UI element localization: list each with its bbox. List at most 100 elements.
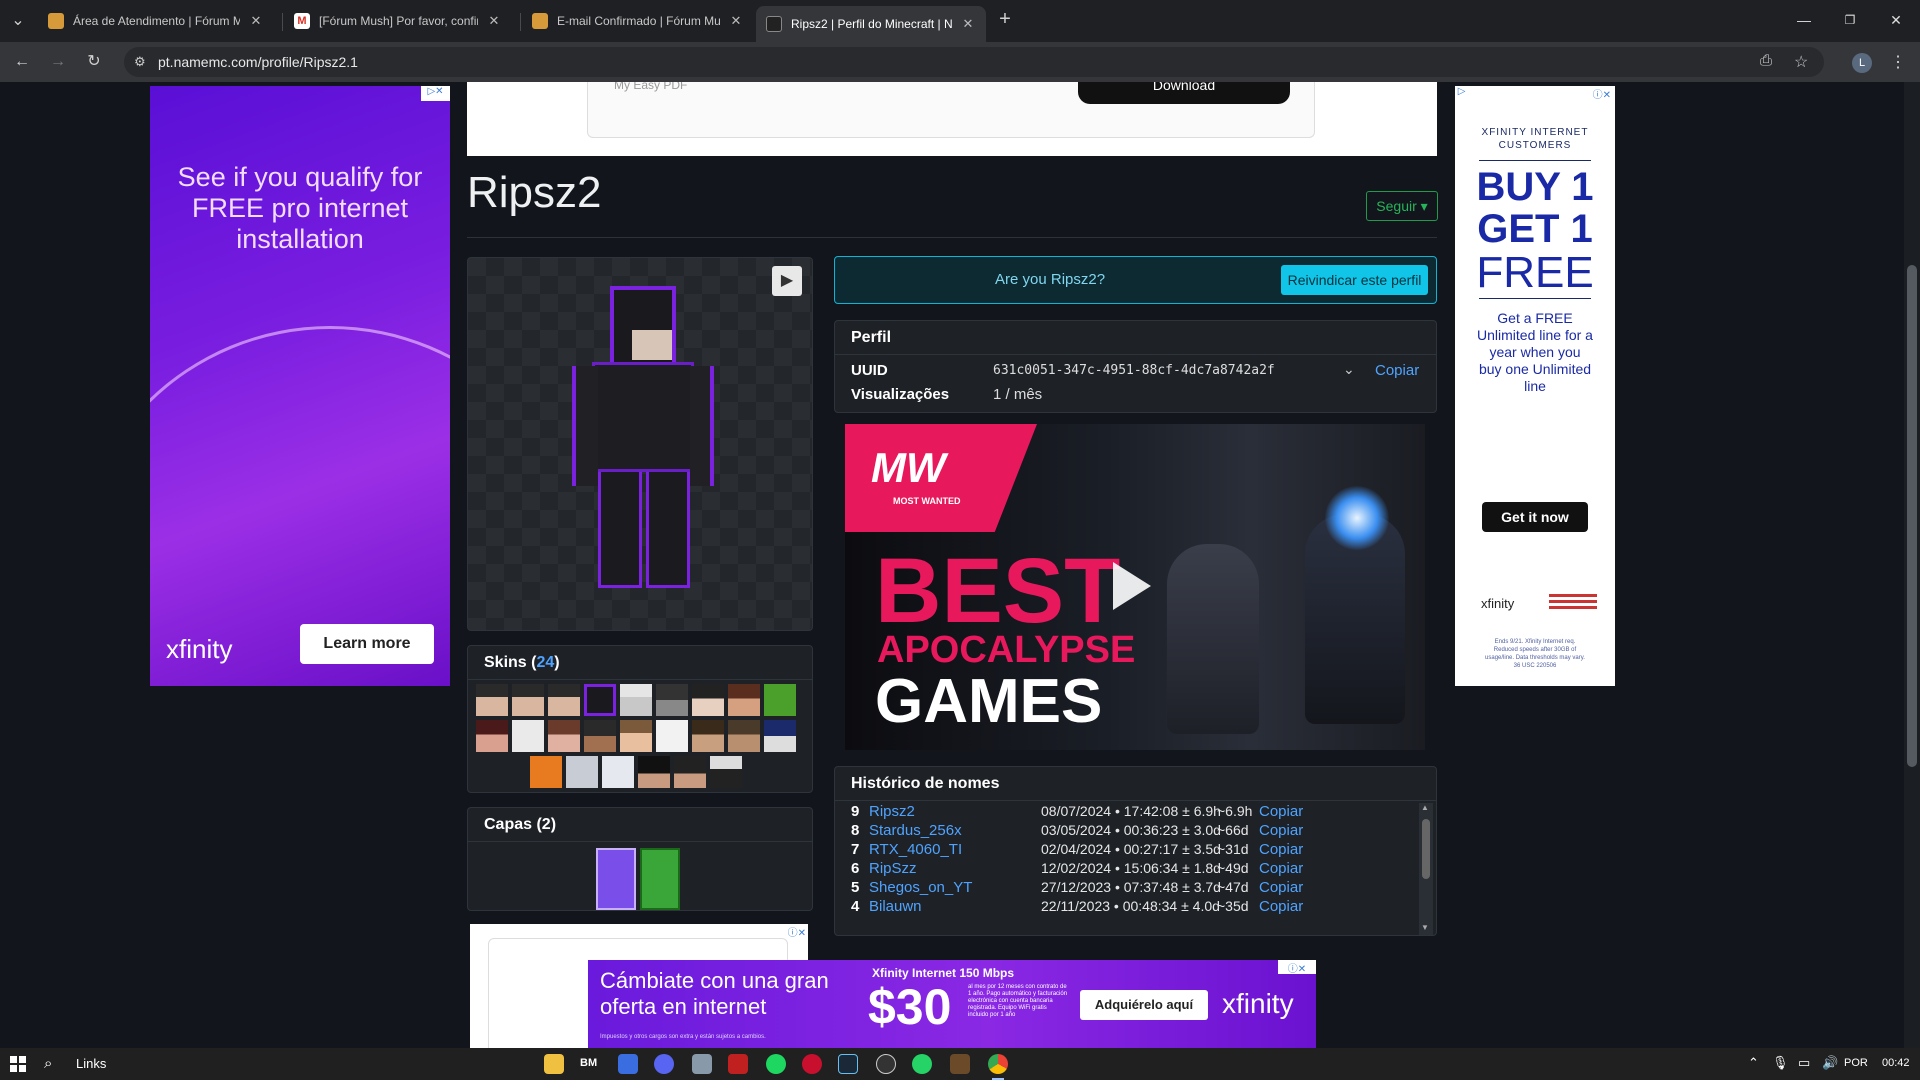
skin-thumb[interactable] (674, 756, 706, 788)
bottom-ad[interactable]: Cámbiate con una gran oferta en internet… (588, 960, 1316, 1048)
skin-thumb[interactable] (476, 684, 508, 716)
tab-search-chevron-icon[interactable]: ⌄ (8, 11, 28, 31)
follow-button[interactable]: Seguir ▾ (1366, 191, 1438, 221)
copy-uuid-button[interactable]: Copiar (1375, 362, 1419, 379)
microphone-icon[interactable]: 🎙 (1772, 1055, 1789, 1071)
language-indicator[interactable]: POR (1844, 1057, 1868, 1069)
app-circle-icon[interactable] (876, 1054, 896, 1074)
skin-thumb[interactable] (728, 684, 760, 716)
taskbar-search-label[interactable]: Links (76, 1056, 106, 1071)
skin-thumb[interactable] (566, 756, 598, 788)
skin-thumb[interactable] (764, 684, 796, 716)
skin-thumb[interactable] (656, 720, 688, 752)
tray-chevron-icon[interactable]: ⌃ (1748, 1055, 1759, 1071)
bottom-ad-cta-button[interactable]: Adquiérelo aquí (1080, 990, 1208, 1020)
new-tab-plus-icon[interactable]: + (995, 9, 1015, 29)
video-play-icon[interactable] (1113, 562, 1151, 610)
network-icon[interactable]: ▭ (1798, 1055, 1810, 1071)
skin-thumb[interactable] (638, 756, 670, 788)
discord-icon[interactable] (654, 1054, 674, 1074)
app-window-icon[interactable] (692, 1054, 712, 1074)
skin-thumb[interactable] (548, 684, 580, 716)
skin-thumb[interactable] (764, 720, 796, 752)
adchoices-icon[interactable]: ⓘ✕ (1278, 960, 1316, 975)
skin-3d-viewer[interactable]: ▶ (467, 257, 813, 631)
name-history-scroll-thumb[interactable] (1422, 819, 1430, 879)
claim-profile-button[interactable]: Reivindicar este perfil (1281, 265, 1428, 295)
tab-ripsz2-profile[interactable]: Ripsz2 | Perfil do Minecraft | Na ✕ (756, 6, 986, 42)
close-window-icon[interactable]: ✕ (1886, 10, 1906, 30)
adchoices-icon[interactable]: ▷ ⓘ✕ (1455, 86, 1615, 102)
scroll-down-icon[interactable]: ▼ (1421, 923, 1429, 932)
address-bar[interactable]: ⚙ pt.namemc.com/profile/Ripsz2.1 ⎙ ☆ (124, 47, 1824, 77)
clock[interactable]: 00:42 (1882, 1057, 1910, 1069)
left-ad-learn-more-button[interactable]: Learn more (300, 624, 434, 664)
profile-avatar[interactable]: L (1852, 53, 1872, 73)
row-copy-button[interactable]: Copiar (1259, 860, 1303, 877)
uuid-format-chevron-icon[interactable]: ⌄ (1343, 361, 1355, 378)
skin-thumb[interactable] (710, 756, 742, 788)
tab-close-icon[interactable]: ✕ (248, 13, 264, 29)
site-info-icon[interactable]: ⚙ (134, 54, 146, 70)
name-history-scrollbar[interactable]: ▲ ▼ (1419, 803, 1433, 935)
row-copy-button[interactable]: Copiar (1259, 898, 1303, 915)
skin-thumb[interactable] (728, 720, 760, 752)
tab-email-confirmado[interactable]: E-mail Confirmado | Fórum Mu ✕ (522, 6, 754, 36)
adchoices-icon[interactable]: ⓘ✕ (788, 924, 806, 939)
minimize-icon[interactable]: — (1794, 10, 1814, 30)
row-name-link[interactable]: Bilauwn (869, 898, 922, 915)
search-icon[interactable]: ⌕ (44, 1055, 52, 1072)
windows-start-icon[interactable] (10, 1056, 26, 1072)
adchoices-icon[interactable]: ▷✕ (421, 86, 450, 101)
page-scroll-thumb[interactable] (1907, 265, 1917, 767)
skin-thumb[interactable] (692, 684, 724, 716)
skin-thumb[interactable] (620, 684, 652, 716)
right-ad-get-it-now-button[interactable]: Get it now (1482, 502, 1588, 532)
left-ad[interactable]: See if you qualify for FREE pro internet… (150, 86, 450, 686)
tab-close-icon[interactable]: ✕ (728, 13, 744, 29)
whatsapp-icon[interactable] (912, 1054, 932, 1074)
game-launcher-icon[interactable] (728, 1054, 748, 1074)
reload-icon[interactable]: ↻ (84, 52, 104, 72)
skin-thumb[interactable] (656, 684, 688, 716)
forward-arrow-icon[interactable]: → (48, 52, 68, 72)
back-arrow-icon[interactable]: ← (12, 52, 32, 72)
menu-kebab-icon[interactable]: ⋮ (1890, 52, 1906, 72)
tab-close-icon[interactable]: ✕ (960, 16, 976, 32)
skin-thumb[interactable] (548, 720, 580, 752)
shield-app-icon[interactable] (618, 1054, 638, 1074)
restore-icon[interactable]: ❐ (1840, 10, 1860, 30)
skin-thumb[interactable] (602, 756, 634, 788)
scroll-up-icon[interactable]: ▲ (1421, 803, 1429, 812)
minecraft-launcher-icon[interactable] (950, 1054, 970, 1074)
steam-icon[interactable] (838, 1054, 858, 1074)
opera-icon[interactable] (802, 1054, 822, 1074)
cape-thumb[interactable] (640, 848, 680, 910)
row-copy-button[interactable]: Copiar (1259, 803, 1303, 820)
row-name-link[interactable]: Shegos_on_YT (869, 879, 972, 896)
skins-count[interactable]: 24 (536, 654, 554, 672)
uuid-value[interactable]: 631c0051-347c-4951-88cf-4dc7a8742a2f (993, 363, 1275, 378)
skin-thumb[interactable] (584, 684, 616, 716)
install-app-icon[interactable]: ⎙ (1760, 52, 1772, 69)
bookmark-star-icon[interactable]: ☆ (1794, 52, 1808, 72)
skin-thumb[interactable] (530, 756, 562, 788)
row-name-link[interactable]: RTX_4060_TI (869, 841, 962, 858)
skin-thumb[interactable] (620, 720, 652, 752)
skin-thumb[interactable] (512, 720, 544, 752)
tab-area-atendimento[interactable]: Área de Atendimento | Fórum M ✕ (38, 6, 274, 36)
bm-app-icon[interactable]: BM (580, 1057, 597, 1069)
row-copy-button[interactable]: Copiar (1259, 841, 1303, 858)
play-animation-button[interactable]: ▶ (772, 266, 802, 296)
top-ad-banner[interactable]: My Easy PDF Download (467, 82, 1437, 156)
row-name-link[interactable]: RipSzz (869, 860, 917, 877)
video-ad[interactable]: MW MOST WANTED BEST APOCALYPSE GAMES (845, 424, 1425, 750)
volume-icon[interactable]: 🔊 (1822, 1055, 1838, 1071)
row-name-link[interactable]: Ripsz2 (869, 803, 915, 820)
chrome-icon[interactable] (988, 1054, 1008, 1074)
file-explorer-icon[interactable] (544, 1054, 564, 1074)
top-ad-download-button[interactable]: Download (1078, 82, 1290, 104)
cape-thumb[interactable] (596, 848, 636, 910)
skin-thumb[interactable] (692, 720, 724, 752)
skin-thumb[interactable] (512, 684, 544, 716)
